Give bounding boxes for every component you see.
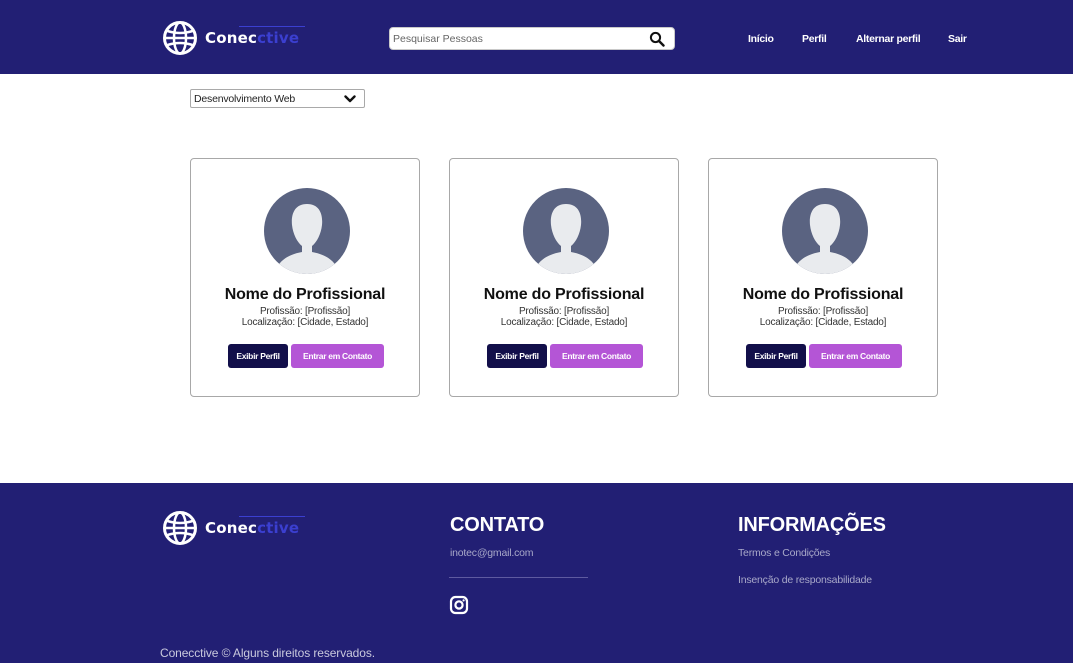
brand-name: Conecctive [205,26,306,47]
contact-button[interactable]: Entrar em Contato [809,344,902,368]
globe-icon [163,511,197,545]
search-icon[interactable] [649,31,665,47]
disclaimer-link[interactable]: Insenção de responsabilidade [738,574,872,586]
category-select[interactable]: Desenvolvimento Web [190,89,365,108]
professional-location: Localização: [Cidade, Estado] [241,317,369,328]
contact-button[interactable]: Entrar em Contato [550,344,643,368]
professional-name: Nome do Profissional [742,286,904,303]
professional-location: Localização: [Cidade, Estado] [759,317,887,328]
footer-brand-logo[interactable]: Conecctive [162,510,306,546]
nav-sair[interactable]: Sair [948,33,967,45]
professional-location: Localização: [Cidade, Estado] [500,317,628,328]
professional-card: Nome do Profissional Profissão: [Profiss… [708,158,938,397]
terms-link[interactable]: Termos e Condições [738,547,830,559]
professional-name: Nome do Profissional [224,286,386,303]
professional-name: Nome do Profissional [483,286,645,303]
view-profile-button[interactable]: Exibir Perfil [746,344,806,368]
professional-card: Nome do Profissional Profissão: [Profiss… [449,158,679,397]
avatar-placeholder-icon [264,188,350,274]
top-navbar: Conecctive Início Perfil Alternar perfil… [0,0,1073,74]
avatar-placeholder-icon [782,188,868,274]
globe-icon [163,21,197,55]
professional-profession: Profissão: [Profissão] [259,306,351,317]
professional-card: Nome do Profissional Profissão: [Profiss… [190,158,420,397]
contact-button[interactable]: Entrar em Contato [291,344,384,368]
search-input[interactable] [393,31,633,47]
nav-alternar-perfil[interactable]: Alternar perfil [856,33,921,45]
copyright-text: Conecctive © Alguns direitos reservados. [160,646,375,660]
contact-email-link[interactable]: inotec@gmail.com [450,547,534,559]
view-profile-button[interactable]: Exibir Perfil [228,344,288,368]
info-heading: INFORMAÇÕES [738,514,886,536]
footer-divider [449,577,588,578]
footer-brand-name: Conecctive [205,516,306,537]
nav-perfil[interactable]: Perfil [802,33,827,45]
brand-logo[interactable]: Conecctive [162,20,306,56]
contact-heading: CONTATO [450,514,545,536]
avatar-placeholder-icon [523,188,609,274]
footer: Conecctive CONTATO inotec@gmail.com INFO… [0,483,1073,663]
nav-inicio[interactable]: Início [748,33,774,45]
category-select-value: Desenvolvimento Web [194,93,296,105]
view-profile-button[interactable]: Exibir Perfil [487,344,547,368]
search-bar [389,27,675,50]
instagram-icon[interactable] [449,595,469,615]
chevron-down-icon [344,95,356,103]
professional-profession: Profissão: [Profissão] [777,306,869,317]
professional-profession: Profissão: [Profissão] [518,306,610,317]
